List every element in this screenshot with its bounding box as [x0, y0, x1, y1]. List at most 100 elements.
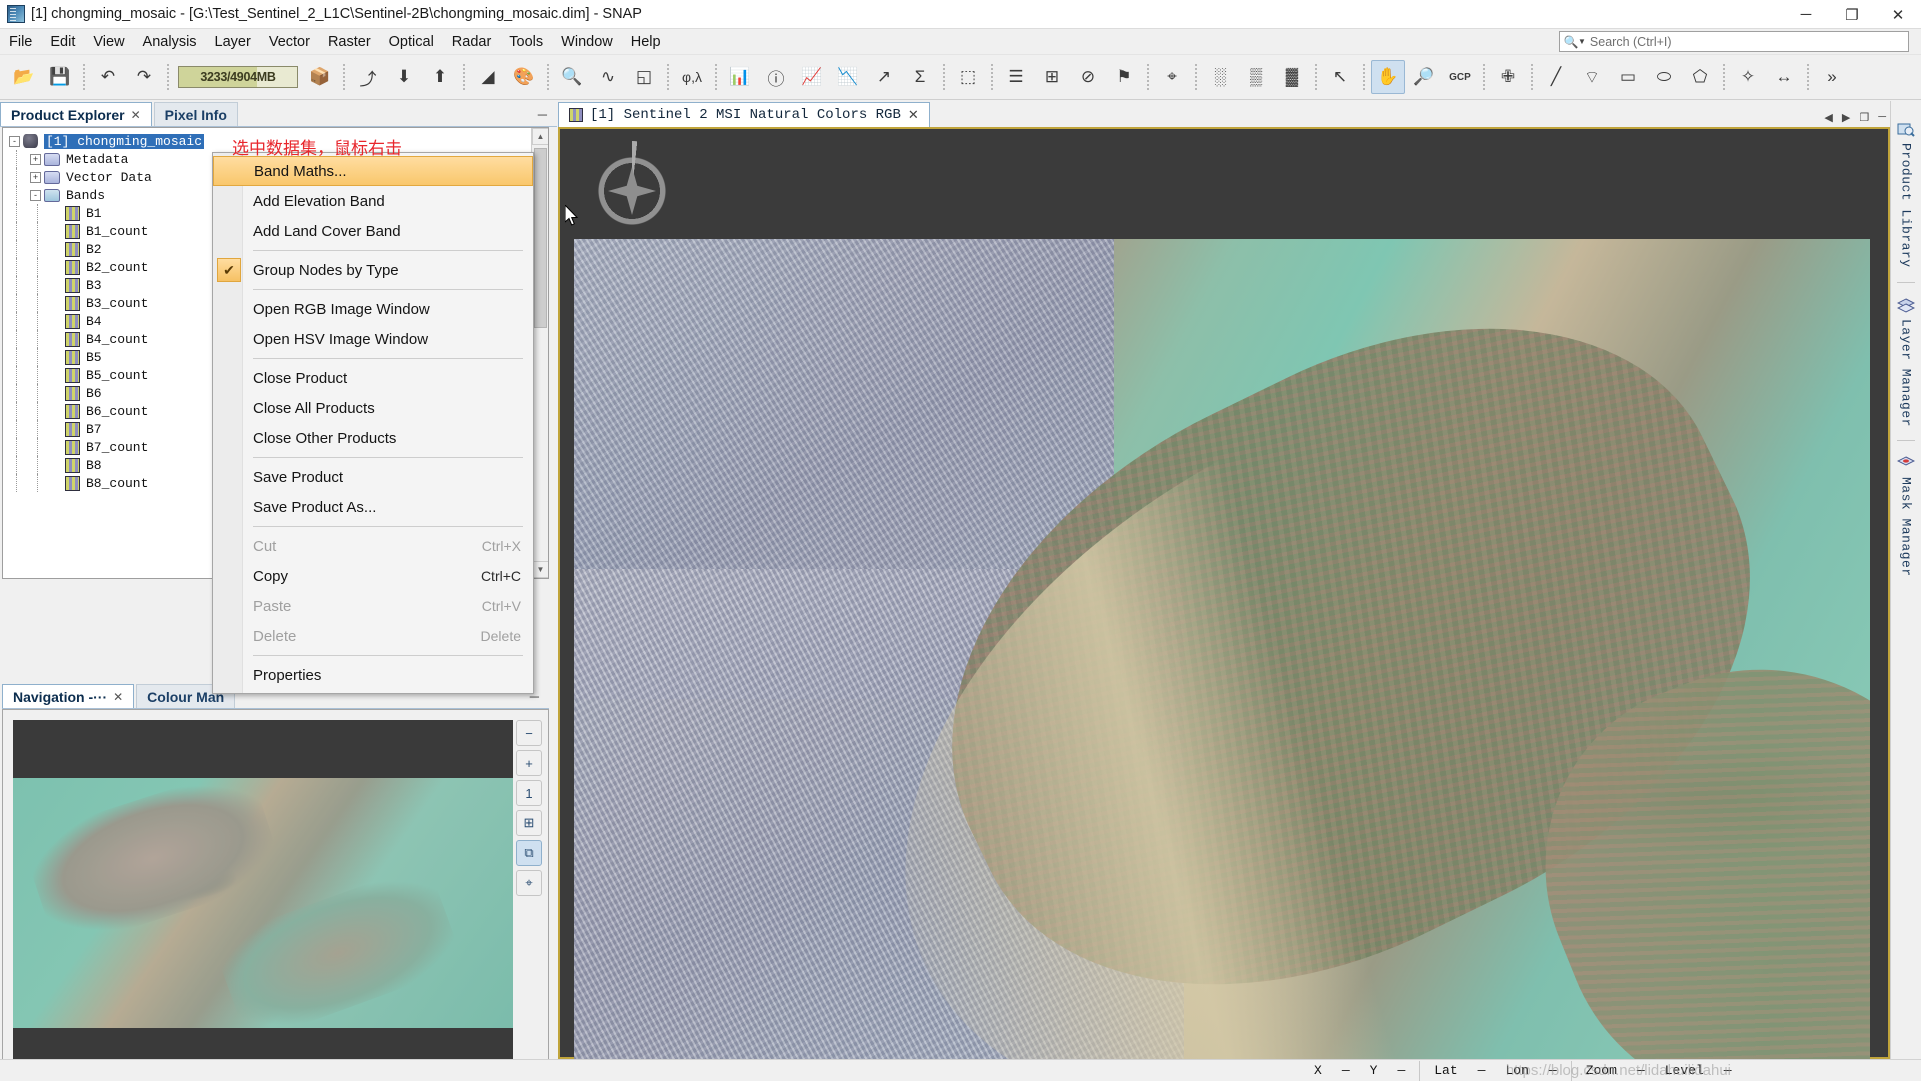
- menu-optical[interactable]: Optical: [380, 31, 443, 53]
- pin-overlay-button[interactable]: ⚑: [1107, 60, 1141, 94]
- profile-plot-button[interactable]: 📉: [831, 60, 865, 94]
- menu-item[interactable]: Close All Products: [213, 393, 533, 423]
- sync-cursor-button[interactable]: ⌖: [516, 870, 542, 896]
- sidebar-item-mask-manager[interactable]: Mask Manager: [1892, 445, 1920, 587]
- tab-navigation[interactable]: Navigation -··· ✕: [2, 684, 135, 708]
- menu-item[interactable]: Save Product As...: [213, 492, 533, 522]
- menu-analysis[interactable]: Analysis: [134, 31, 206, 53]
- colour-manipulation-button[interactable]: 🎨: [507, 60, 541, 94]
- menu-window[interactable]: Window: [552, 31, 622, 53]
- scatter-plot-button[interactable]: ◱: [627, 60, 661, 94]
- open-product-button[interactable]: 📂: [7, 60, 41, 94]
- tab-sentinel-rgb-image[interactable]: [1] Sentinel 2 MSI Natural Colors RGB ✕: [558, 102, 930, 127]
- tab-pixel-info[interactable]: Pixel Info: [153, 102, 238, 126]
- menu-item[interactable]: Open RGB Image Window: [213, 294, 533, 324]
- statistics-button[interactable]: 📈: [795, 60, 829, 94]
- geometry-overlay-button[interactable]: ▓: [1275, 60, 1309, 94]
- menu-view[interactable]: View: [84, 31, 133, 53]
- close-icon[interactable]: ✕: [131, 108, 141, 122]
- magic-wand-tool-button[interactable]: ✧: [1731, 60, 1765, 94]
- tab-product-explorer[interactable]: Product Explorer ✕: [0, 102, 152, 126]
- line-drawing-tool-button[interactable]: ╱: [1539, 60, 1573, 94]
- minimize-button[interactable]: ─: [1783, 0, 1829, 29]
- redo-button[interactable]: ↷: [127, 60, 161, 94]
- expand-icon[interactable]: +: [30, 171, 41, 183]
- ellipse-drawing-tool-button[interactable]: ⬭: [1647, 60, 1681, 94]
- undo-button[interactable]: ↶: [91, 60, 125, 94]
- menu-item[interactable]: Copy Ctrl+C: [213, 561, 533, 591]
- correlative-plot-button[interactable]: ↗: [867, 60, 901, 94]
- menu-item[interactable]: Close Product: [213, 363, 533, 393]
- memory-indicator[interactable]: 3233/4904MB: [178, 66, 298, 88]
- maximize-button[interactable]: ❐: [1829, 0, 1875, 29]
- graticule-overlay-button[interactable]: ⊞: [1035, 60, 1069, 94]
- scroll-down-arrow-icon[interactable]: ▼: [532, 561, 548, 578]
- import-data-button[interactable]: ⬇: [387, 60, 421, 94]
- next-tab-icon[interactable]: ▶: [1842, 111, 1850, 124]
- import-vector-button[interactable]: ⤴: [351, 60, 385, 94]
- zoom-out-button[interactable]: −: [516, 720, 542, 746]
- menu-item[interactable]: Add Elevation Band: [213, 186, 533, 216]
- sidebar-item-product-library[interactable]: Product Library: [1892, 111, 1920, 278]
- menu-help[interactable]: Help: [622, 31, 670, 53]
- mask-manager-button[interactable]: ⬚: [951, 60, 985, 94]
- toolbar-overflow-button[interactable]: »: [1815, 60, 1849, 94]
- product-context-menu[interactable]: Band Maths... Add Elevation Band Add Land …: [212, 152, 534, 694]
- pan-tool-button[interactable]: ✋: [1371, 60, 1405, 94]
- rectangle-drawing-tool-button[interactable]: ▭: [1611, 60, 1645, 94]
- pin-placing-tool-button[interactable]: ✙: [1491, 60, 1525, 94]
- maximize-view-icon[interactable]: ❐: [1859, 111, 1869, 124]
- range-finder-button[interactable]: ↔: [1767, 60, 1801, 94]
- minimize-panel-button[interactable]: ─: [538, 107, 557, 126]
- menu-item[interactable]: Add Land Cover Band: [213, 216, 533, 246]
- menu-tools[interactable]: Tools: [500, 31, 552, 53]
- satellite-rgb-image[interactable]: [574, 239, 1870, 1077]
- zoom-to-pixel-resolution-button[interactable]: 1: [516, 780, 542, 806]
- close-icon[interactable]: ✕: [908, 107, 919, 123]
- gcp-tool-button[interactable]: GCP: [1443, 60, 1477, 94]
- save-product-button[interactable]: 💾: [43, 60, 77, 94]
- image-canvas[interactable]: 点击固定: [558, 127, 1890, 1077]
- sync-views-button[interactable]: ⧉: [516, 840, 542, 866]
- menu-item[interactable]: Close Other Products: [213, 423, 533, 453]
- histogram-button[interactable]: 📊: [723, 60, 757, 94]
- polyline-drawing-tool-button[interactable]: ⌔: [1575, 60, 1609, 94]
- zoom-tool-button[interactable]: 🔎: [1407, 60, 1441, 94]
- menu-item[interactable]: Properties: [213, 660, 533, 690]
- plot-profile-button[interactable]: ∿: [591, 60, 625, 94]
- pixel-grid-button[interactable]: ░: [1203, 60, 1237, 94]
- menu-item[interactable]: Open HSV Image Window: [213, 324, 533, 354]
- sidebar-item-layer-manager[interactable]: Layer Manager: [1892, 287, 1920, 437]
- information-button[interactable]: 🔍: [555, 60, 589, 94]
- collapse-icon[interactable]: -: [9, 135, 20, 147]
- information-panel-button[interactable]: ⓘ: [759, 60, 793, 94]
- menu-raster[interactable]: Raster: [319, 31, 380, 53]
- open-rgb-image-window-button[interactable]: ◢: [471, 60, 505, 94]
- menu-edit[interactable]: Edit: [41, 31, 84, 53]
- close-button[interactable]: ✕: [1875, 0, 1921, 29]
- pixel-info-overlay-button[interactable]: ▒: [1239, 60, 1273, 94]
- menu-item[interactable]: Band Maths...: [213, 156, 533, 186]
- menu-radar[interactable]: Radar: [443, 31, 501, 53]
- navigation-thumbnail[interactable]: [13, 720, 513, 1078]
- no-data-overlay-button[interactable]: ⊘: [1071, 60, 1105, 94]
- previous-tab-icon[interactable]: ◀: [1824, 111, 1832, 124]
- sum-statistics-button[interactable]: Σ: [903, 60, 937, 94]
- layer-manager-button[interactable]: ☰: [999, 60, 1033, 94]
- menu-vector[interactable]: Vector: [260, 31, 319, 53]
- zoom-in-button[interactable]: +: [516, 750, 542, 776]
- reopen-product-button[interactable]: 📦: [303, 60, 337, 94]
- zoom-all-button[interactable]: ⊞: [516, 810, 542, 836]
- menu-item[interactable]: Save Product: [213, 462, 533, 492]
- export-data-button[interactable]: ⬆: [423, 60, 457, 94]
- scrollbar-thumb[interactable]: [534, 148, 547, 328]
- scroll-up-arrow-icon[interactable]: ▲: [532, 128, 548, 145]
- minimize-view-icon[interactable]: ─: [1878, 111, 1886, 124]
- close-icon[interactable]: ✕: [113, 690, 123, 704]
- search-box[interactable]: 🔍 ▼ Search (Ctrl+I): [1559, 31, 1909, 52]
- geo-coding-button[interactable]: φ,λ: [675, 60, 709, 94]
- menu-item[interactable]: ✔ Group Nodes by Type: [213, 255, 533, 285]
- chevron-down-icon[interactable]: ▼: [1578, 37, 1586, 46]
- menu-layer[interactable]: Layer: [206, 31, 260, 53]
- collapse-icon[interactable]: -: [30, 189, 41, 201]
